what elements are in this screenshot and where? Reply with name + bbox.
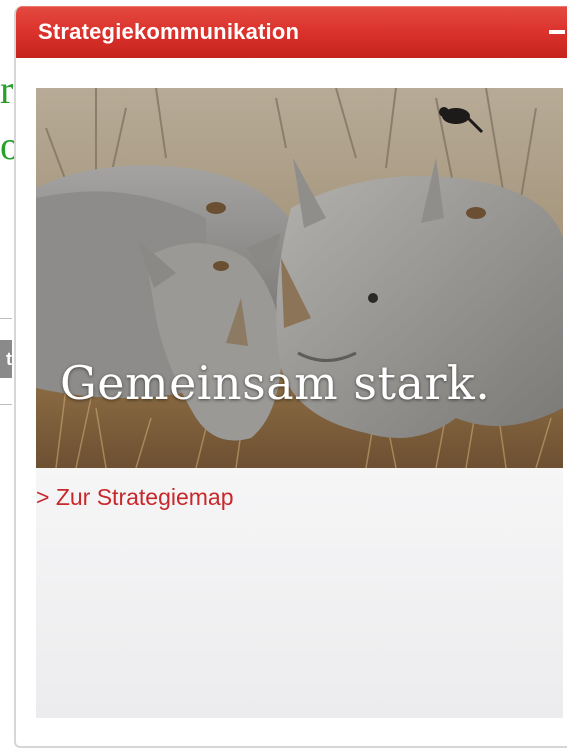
background-letter: o [0,123,14,168]
image-caption: Gemeinsam stark. [60,356,491,410]
widget-title: Strategiekommunikation [38,19,300,44]
background-heading-fragment: r o [0,64,14,176]
teaser-image[interactable]: Gemeinsam stark. [36,88,563,468]
background-divider [0,318,12,319]
strategy-widget: Strategiekommunikation Gemeinsam stark. … [14,6,567,748]
rhino-photo [36,88,563,468]
page: r o t Strategiekommunikation Gemeinsam s… [0,0,567,749]
widget-body: Gemeinsam stark. > Zur Strategiemap [36,88,563,718]
collapse-button[interactable] [545,16,567,46]
background-button-fragment[interactable]: t [0,340,12,378]
background-divider [0,404,12,405]
strategy-map-link[interactable]: > Zur Strategiemap [36,484,234,511]
background-letter: r [0,67,14,112]
widget-header: Strategiekommunikation [16,6,567,58]
